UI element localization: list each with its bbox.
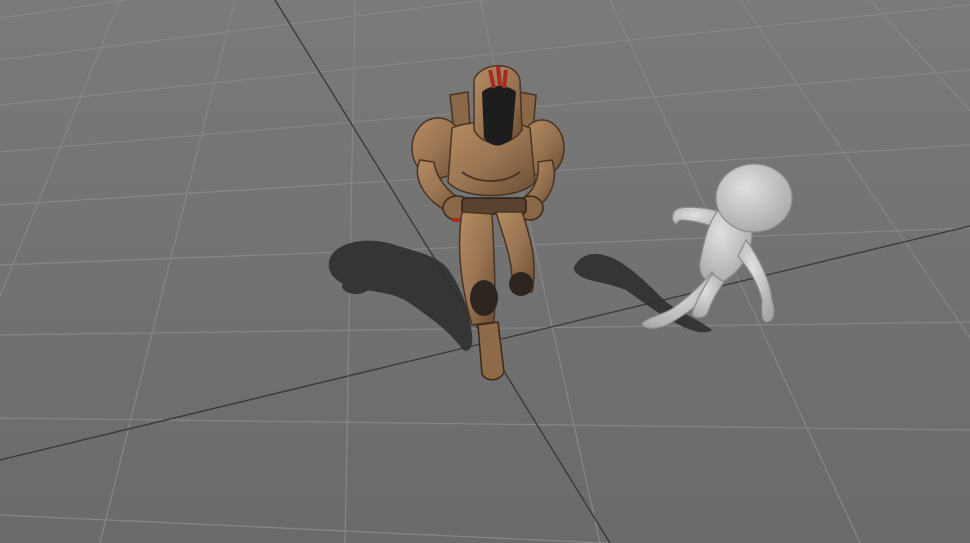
mannequin-head (715, 163, 793, 233)
soldier-visor (482, 86, 516, 146)
soldier-knee-left (470, 280, 498, 316)
game-viewport[interactable] (0, 0, 970, 543)
scene-canvas[interactable] (0, 0, 970, 543)
soldier-knee-right (509, 272, 533, 296)
